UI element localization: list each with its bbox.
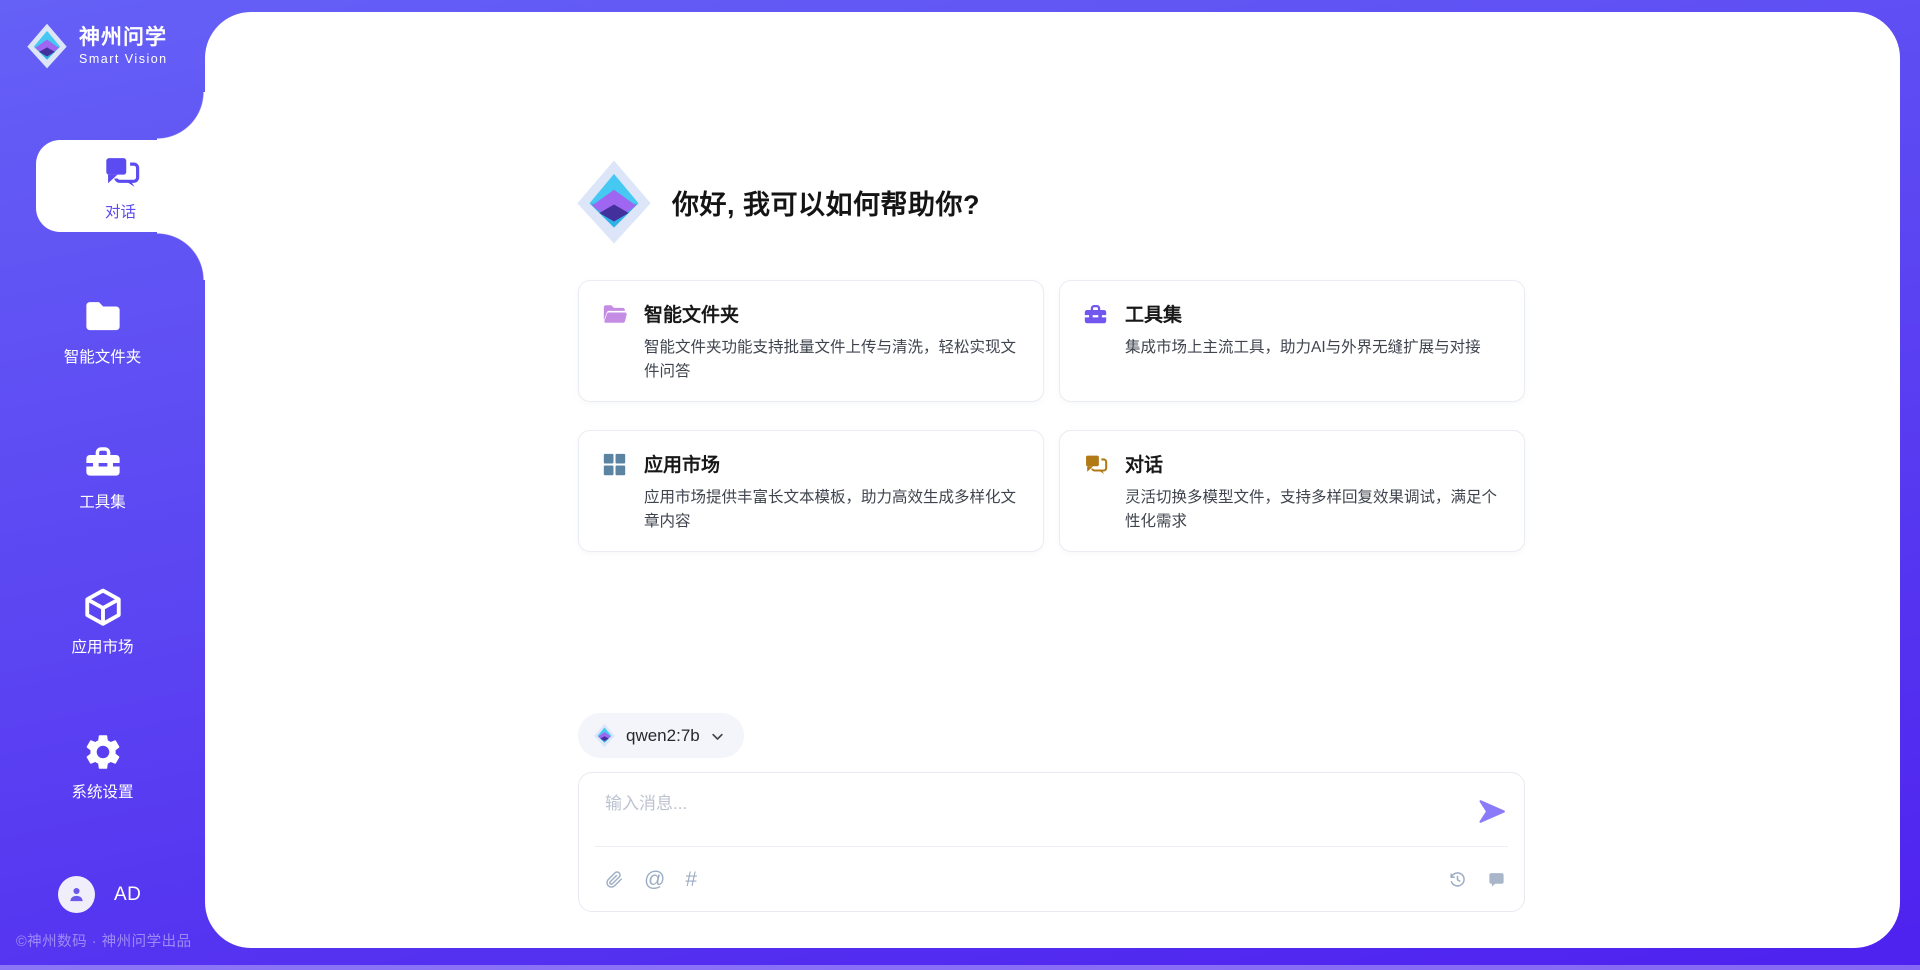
sidebar-item-label: 工具集: [79, 490, 126, 512]
card-chat[interactable]: 对话 灵活切换多模型文件，支持多样回复效果调试，满足个性化需求: [1059, 430, 1525, 552]
model-diamond-icon: [593, 723, 616, 748]
chat-icon: [1082, 450, 1110, 532]
sidebar-item-toolset[interactable]: 工具集: [0, 430, 205, 522]
folder-open-icon: [601, 300, 629, 382]
message-composer: @ #: [578, 772, 1525, 912]
toolbox-icon: [82, 441, 124, 483]
card-description: 灵活切换多模型文件，支持多样回复效果调试，满足个性化需求: [1125, 486, 1502, 534]
message-input[interactable]: [605, 789, 1455, 841]
sidebar-item-label: 应用市场: [71, 635, 133, 657]
card-description: 集成市场上主流工具，助力AI与外界无缝扩展与对接: [1125, 336, 1481, 360]
send-icon: [1475, 795, 1508, 828]
hero-diamond-icon: [573, 158, 655, 246]
chevron-down-icon: [710, 727, 725, 744]
active-tab-curve-top: [157, 92, 205, 140]
app-window: 神州问学 Smart Vision 对话 智能文件夹 工具集 应用市场 系统设置: [0, 0, 1920, 970]
sidebar-item-label: 系统设置: [71, 780, 133, 802]
card-description: 应用市场提供丰富长文本模板，助力高效生成多样化文章内容: [644, 486, 1021, 534]
brand-subtitle: Smart Vision: [79, 52, 168, 66]
card-description: 智能文件夹功能支持批量文件上传与清洗，轻松实现文件问答: [644, 336, 1021, 384]
window-bottom-edge: [0, 965, 1920, 970]
sidebar: 神州问学 Smart Vision 对话 智能文件夹 工具集 应用市场 系统设置: [0, 0, 205, 970]
card-toolset[interactable]: 工具集 集成市场上主流工具，助力AI与外界无缝扩展与对接: [1059, 280, 1525, 402]
folder-icon: [82, 296, 124, 338]
user-account[interactable]: AD: [58, 876, 141, 913]
chat-bubble-icon[interactable]: [1487, 870, 1506, 889]
card-title: 智能文件夹: [644, 300, 1021, 327]
grid-icon: [601, 450, 629, 532]
card-title: 对话: [1125, 450, 1502, 477]
user-initials: AD: [114, 884, 141, 906]
model-selector[interactable]: qwen2:7b: [578, 713, 744, 758]
avatar: [58, 876, 95, 913]
cube-icon: [82, 586, 124, 628]
paperclip-icon[interactable]: [605, 870, 624, 889]
active-tab-curve-bottom: [157, 232, 205, 280]
chat-icon: [100, 151, 142, 193]
hash-icon[interactable]: #: [685, 869, 697, 890]
greeting-title: 你好, 我可以如何帮助你?: [672, 183, 980, 222]
sidebar-item-smart-folder[interactable]: 智能文件夹: [0, 285, 205, 377]
card-app-market[interactable]: 应用市场 应用市场提供丰富长文本模板，助力高效生成多样化文章内容: [578, 430, 1044, 552]
sidebar-item-chat[interactable]: 对话: [36, 140, 205, 232]
at-sign-icon[interactable]: @: [644, 869, 665, 890]
composer-toolbar: @ #: [605, 847, 1506, 911]
sidebar-item-label: 智能文件夹: [64, 345, 142, 367]
brand-logo: 神州问学 Smart Vision: [26, 22, 168, 70]
hero: 你好, 我可以如何帮助你?: [573, 158, 980, 246]
card-title: 应用市场: [644, 450, 1021, 477]
sidebar-item-label: 对话: [105, 200, 136, 222]
toolbox-icon: [1082, 300, 1110, 382]
sidebar-item-app-market[interactable]: 应用市场: [0, 575, 205, 667]
brand-diamond-icon: [26, 22, 68, 70]
history-icon[interactable]: [1448, 870, 1467, 889]
send-button[interactable]: [1475, 795, 1508, 828]
brand-name: 神州问学: [79, 26, 168, 50]
card-smart-folder[interactable]: 智能文件夹 智能文件夹功能支持批量文件上传与清洗，轻松实现文件问答: [578, 280, 1044, 402]
card-title: 工具集: [1125, 300, 1481, 327]
copyright-text: ©神州数码 · 神州问学出品: [16, 930, 192, 951]
gear-icon: [82, 731, 124, 773]
feature-cards: 智能文件夹 智能文件夹功能支持批量文件上传与清洗，轻松实现文件问答 工具集 集成…: [578, 280, 1525, 552]
model-name: qwen2:7b: [626, 726, 700, 746]
person-icon: [66, 884, 87, 905]
sidebar-item-settings[interactable]: 系统设置: [0, 720, 205, 812]
